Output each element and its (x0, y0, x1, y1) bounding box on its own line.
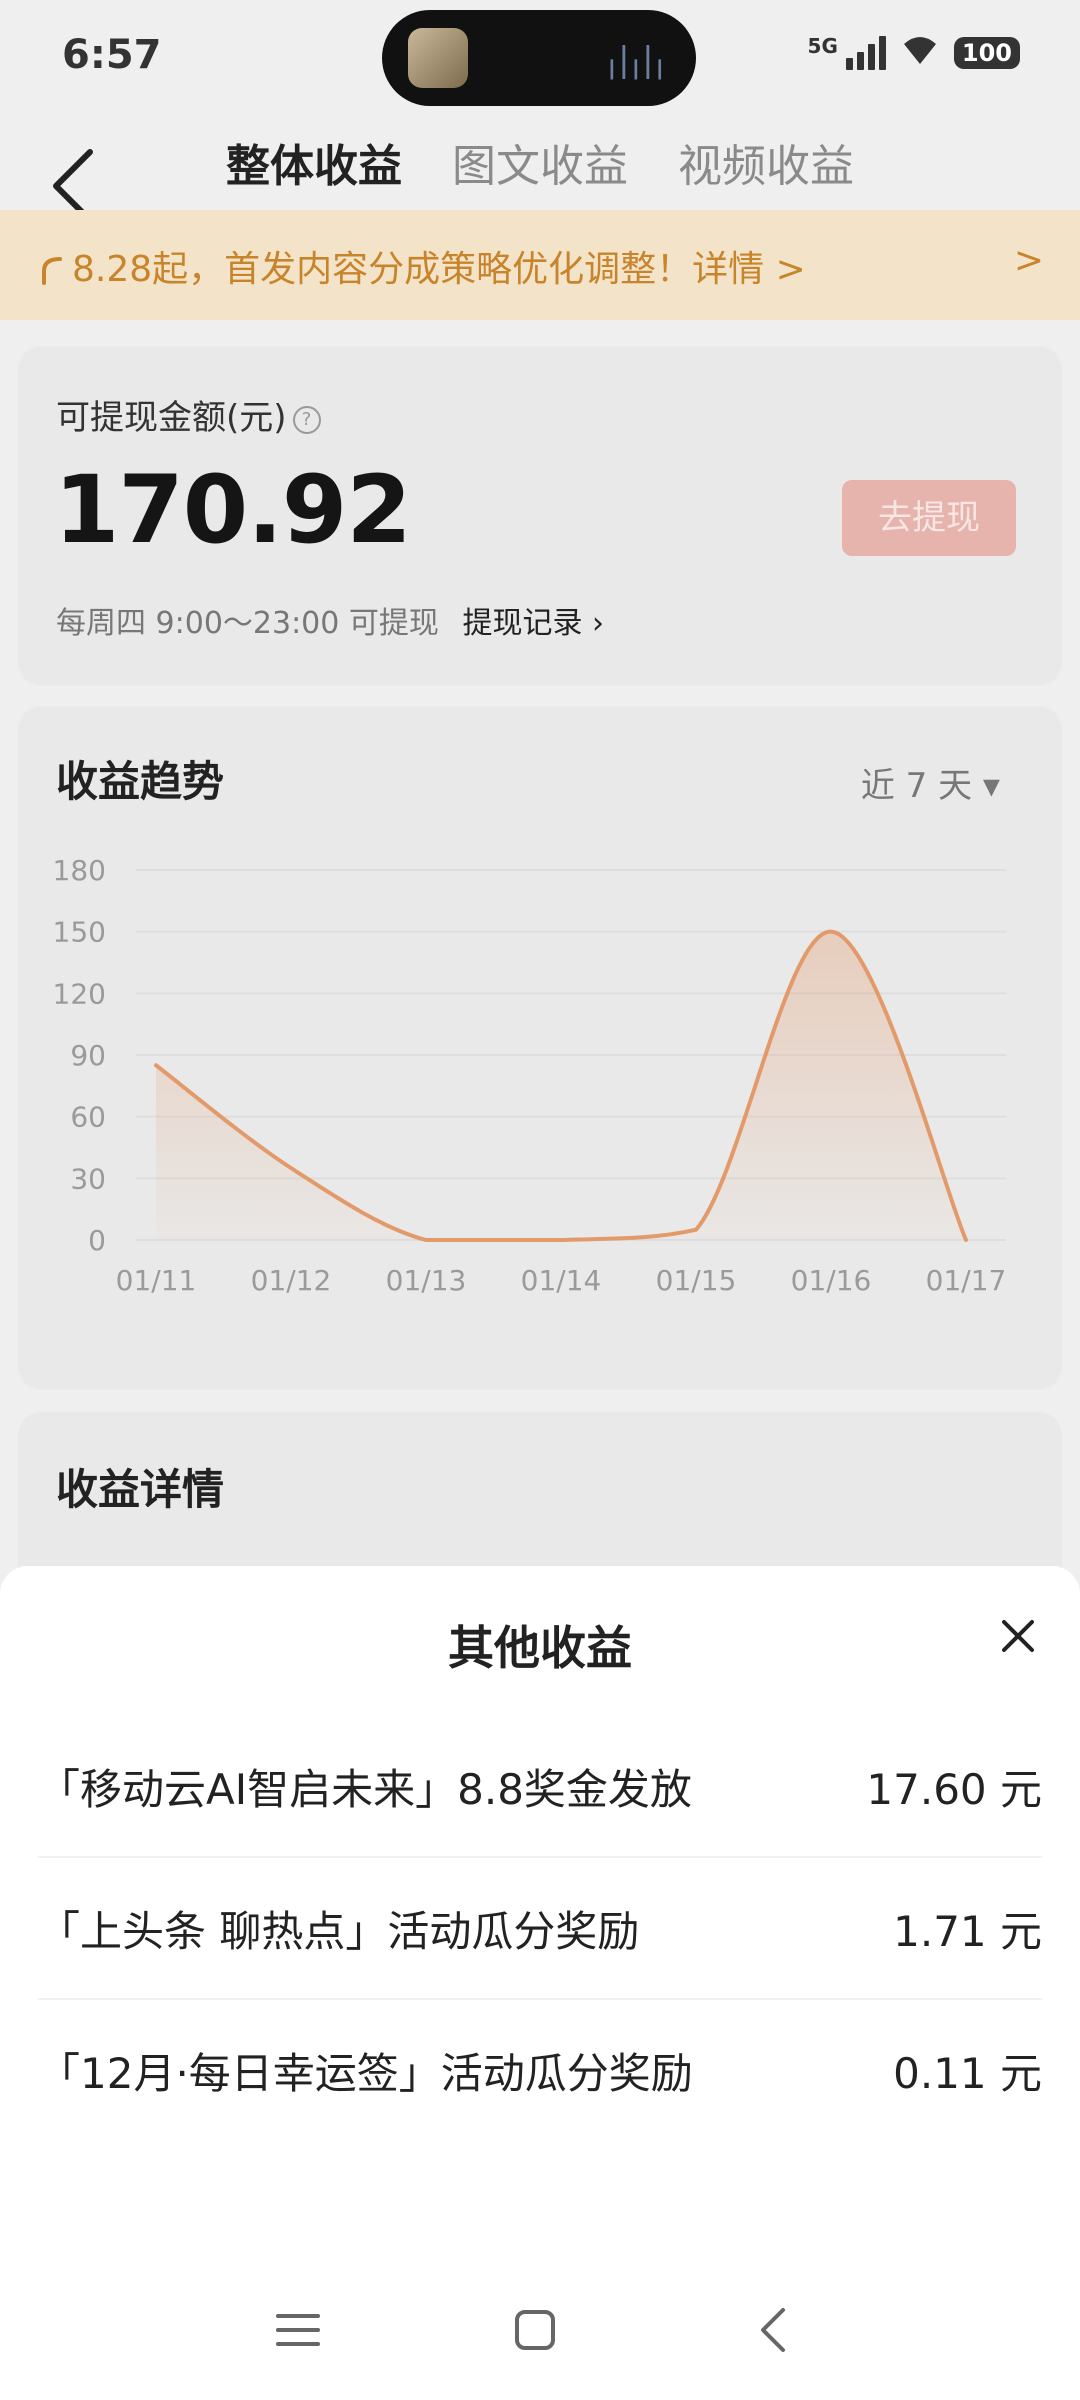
audio-wave-icon: ╷|╷|╷ (601, 40, 670, 80)
top-nav: 整体收益 图文收益 视频收益 (0, 120, 1080, 223)
y-tick-label: 180 (53, 854, 106, 887)
y-tick-label: 90 (70, 1039, 106, 1072)
status-icons: 5G 100 (808, 34, 1020, 72)
menu-icon (276, 2314, 320, 2346)
list-item[interactable]: 「12月·每日幸运签」活动瓜分奖励 0.11 元 (38, 2000, 1042, 2140)
y-tick-label: 150 (53, 916, 106, 949)
balance-label: 可提现金额(元) (56, 398, 287, 438)
item-amount: 1.71 元 (893, 1906, 1042, 1956)
notice-message: 8.28起，首发内容分成策略优化调整！详情 > (72, 249, 806, 290)
y-tick-label: 30 (70, 1162, 106, 1195)
status-time: 6:57 (62, 32, 162, 78)
help-icon[interactable]: ? (292, 405, 321, 434)
x-tick-label: 01/16 (791, 1264, 872, 1297)
close-button[interactable] (988, 1606, 1048, 1666)
battery-indicator: 100 (953, 37, 1020, 69)
home-button[interactable] (505, 2300, 565, 2360)
system-nav-bar (0, 2260, 1080, 2400)
music-cover-thumbnail (408, 28, 468, 88)
tab-video-earnings[interactable]: 视频收益 (678, 130, 854, 194)
notice-banner[interactable]: 8.28起，首发内容分成策略优化调整！详情 > > (0, 210, 1080, 320)
x-tick-label: 01/15 (656, 1264, 737, 1297)
item-amount: 17.60 元 (866, 1764, 1042, 1814)
list-item[interactable]: 「上头条 聊热点」活动瓜分奖励 1.71 元 (38, 1858, 1042, 2000)
other-earnings-list: 「移动云AI智启未来」8.8奖金发放 17.60 元 「上头条 聊热点」活动瓜分… (38, 1716, 1042, 2140)
system-back-button[interactable] (745, 2300, 805, 2360)
tab-article-earnings[interactable]: 图文收益 (452, 130, 628, 194)
balance-label-row: 可提现金额(元)? (56, 390, 321, 439)
signal-icon (845, 36, 886, 70)
close-icon (1002, 1620, 1034, 1652)
withdraw-button[interactable]: 去提现 (842, 480, 1016, 556)
home-icon (515, 2310, 555, 2350)
item-name: 「12月·每日幸运签」活动瓜分奖励 (38, 2048, 693, 2098)
sheet-title: 其他收益 (448, 1621, 632, 1675)
x-tick-label: 01/11 (116, 1264, 197, 1297)
item-amount: 0.11 元 (893, 2048, 1042, 2098)
withdraw-record-link[interactable]: 提现记录 › (462, 606, 604, 641)
menu-button[interactable] (268, 2300, 328, 2360)
wifi-icon (900, 34, 940, 72)
earnings-tabs: 整体收益 图文收益 视频收益 (226, 130, 854, 194)
x-tick-label: 01/14 (521, 1264, 602, 1297)
system-back-icon (761, 2308, 785, 2352)
list-item[interactable]: 「移动云AI智启未来」8.8奖金发放 17.60 元 (38, 1716, 1042, 1858)
x-tick-label: 01/12 (251, 1264, 332, 1297)
series-area (156, 931, 966, 1240)
item-name: 「上头条 聊热点」活动瓜分奖励 (38, 1906, 640, 1956)
notice-icon (42, 257, 62, 285)
balance-amount: 170.92 (54, 456, 412, 565)
notice-text: 8.28起，首发内容分成策略优化调整！详情 > (40, 240, 806, 292)
range-dropdown[interactable]: 近 7 天 ▾ (861, 758, 1000, 807)
earnings-line-chart: 0 30 60 90 120 150 180 01/11 01/12 01/13 01/14 01/1… (53, 854, 1007, 1297)
tab-overall-earnings[interactable]: 整体收益 (226, 130, 402, 194)
x-tick-label: 01/13 (386, 1264, 467, 1297)
x-tick-label: 01/17 (926, 1264, 1007, 1297)
dynamic-island[interactable]: ╷|╷|╷ (382, 10, 696, 106)
status-bar: 6:57 ╷|╷|╷ 5G 100 (0, 0, 1080, 120)
y-tick-label: 0 (88, 1224, 106, 1257)
earnings-trend-card: 收益趋势 近 7 天 ▾ 0 30 60 90 120 150 180 01/11 01/12 0… (18, 706, 1062, 1390)
network-type: 5G (807, 34, 838, 58)
notice-chevron-icon: > (1013, 240, 1044, 281)
y-tick-label: 120 (53, 977, 106, 1010)
withdraw-schedule-row: 每周四 9:00～23:00 可提现 提现记录 › (56, 598, 604, 642)
detail-title: 收益详情 (56, 1465, 225, 1514)
y-tick-label: 60 (70, 1101, 106, 1134)
trend-title: 收益趋势 (56, 757, 225, 806)
withdraw-schedule: 每周四 9:00～23:00 可提现 (56, 606, 439, 641)
balance-card: 可提现金额(元)? 170.92 去提现 每周四 9:00～23:00 可提现 … (18, 346, 1062, 686)
item-name: 「移动云AI智启未来」8.8奖金发放 (38, 1764, 692, 1814)
